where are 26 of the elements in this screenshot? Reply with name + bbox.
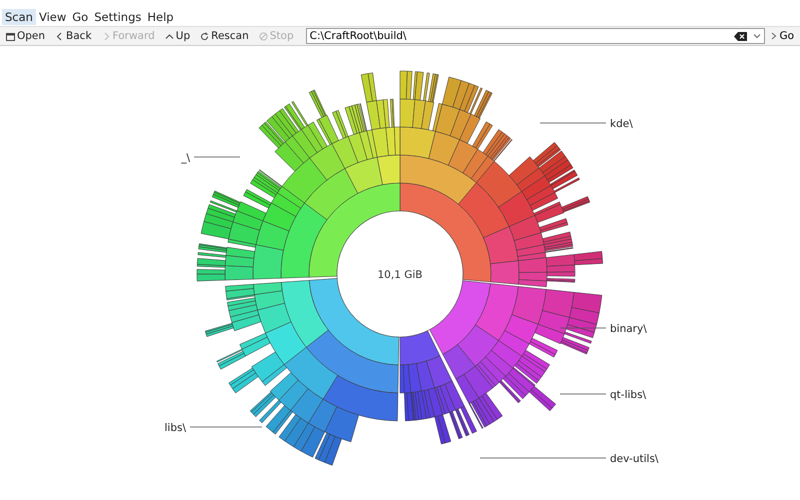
address-bar[interactable]: C:\CraftRoot\build\ bbox=[306, 28, 766, 44]
refresh-icon bbox=[200, 32, 210, 40]
folder-label: kde\ bbox=[610, 118, 633, 130]
total-size-label: 10,1 GiB bbox=[378, 269, 422, 281]
chevron-icon bbox=[771, 32, 778, 40]
stop-icon bbox=[258, 32, 268, 40]
menu-item[interactable]: Settings bbox=[91, 9, 144, 25]
menu-item[interactable]: Scan bbox=[2, 9, 36, 25]
sunburst-drawing[interactable] bbox=[196, 70, 603, 466]
go-button[interactable]: Go bbox=[767, 30, 798, 42]
folder-label: _\ bbox=[181, 152, 190, 164]
toolbar-button[interactable]: Up bbox=[160, 28, 194, 44]
toolbar-button[interactable]: Back bbox=[51, 28, 96, 44]
toolbar-button[interactable]: Rescan bbox=[196, 28, 253, 44]
menu-item[interactable]: View bbox=[36, 9, 70, 25]
menu-item[interactable]: Go bbox=[69, 9, 92, 25]
leader-line bbox=[194, 156, 240, 158]
folder-label: binary\ bbox=[610, 323, 647, 335]
leader-line bbox=[540, 122, 606, 124]
clear-icon[interactable] bbox=[734, 32, 748, 40]
folder-label: qt-libs\ bbox=[610, 389, 646, 401]
toolbar-button[interactable]: Open bbox=[2, 28, 50, 44]
menu-item[interactable]: Help bbox=[144, 9, 177, 25]
dropdown-caret-icon[interactable] bbox=[753, 33, 762, 39]
folder-label: dev-utils\ bbox=[610, 453, 658, 465]
folder-label: libs\ bbox=[164, 422, 186, 434]
